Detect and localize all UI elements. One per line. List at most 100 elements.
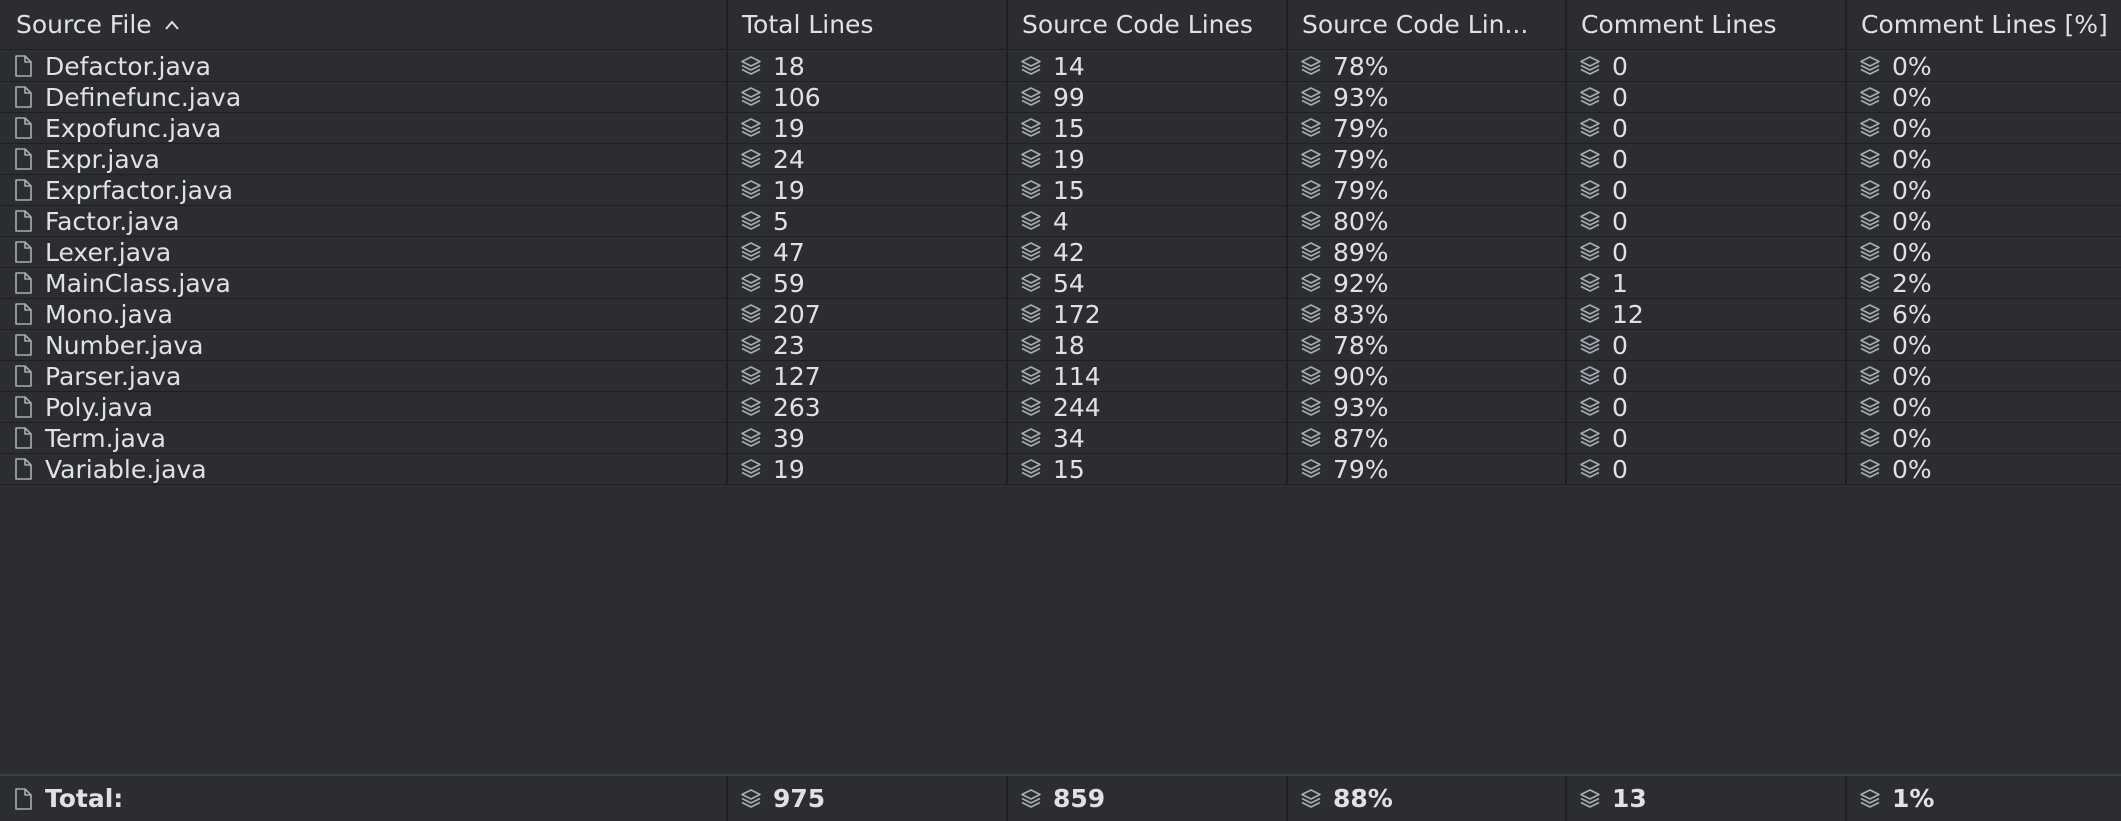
- cell-text: 59: [773, 268, 805, 298]
- layers-icon: [1857, 786, 1883, 812]
- cell-text: 24: [773, 144, 805, 174]
- column-header-label: Source File: [16, 10, 152, 39]
- cell-text: 42: [1053, 237, 1085, 267]
- cell-file-name: Exprfactor.java: [0, 175, 728, 205]
- layers-icon: [1018, 332, 1044, 358]
- layers-icon: [1577, 146, 1603, 172]
- cell-comment-lines: 0: [1567, 113, 1847, 143]
- cell-comment-lines: 0: [1567, 206, 1847, 236]
- layers-icon: [738, 332, 764, 358]
- layers-icon: [1857, 332, 1883, 358]
- layers-icon: [1298, 146, 1324, 172]
- cell-comment-lines-percent: 0%: [1847, 144, 2121, 174]
- cell-text: 106: [773, 82, 821, 112]
- table-row[interactable]: Definefunc.java 106 99 93% 0 0%: [0, 82, 2121, 113]
- cell-source-code-lines: 34: [1008, 423, 1288, 453]
- chevron-up-icon: [164, 19, 180, 31]
- table-row[interactable]: Poly.java 263 244 93% 0 0%: [0, 392, 2121, 423]
- layers-icon: [738, 394, 764, 420]
- column-header-total-lines[interactable]: Total Lines: [728, 0, 1008, 49]
- cell-text: 78%: [1333, 51, 1389, 81]
- layers-icon: [1298, 239, 1324, 265]
- cell-text: 207: [773, 299, 821, 329]
- table-row[interactable]: Defactor.java 18 14 78% 0 0%: [0, 51, 2121, 82]
- table-row[interactable]: Term.java 39 34 87% 0 0%: [0, 423, 2121, 454]
- table-row[interactable]: Expr.java 24 19 79% 0 0%: [0, 144, 2121, 175]
- cell-text: Number.java: [45, 330, 204, 360]
- cell-text: 0%: [1892, 175, 1932, 205]
- cell-text: 0: [1612, 237, 1628, 267]
- layers-icon: [738, 239, 764, 265]
- cell-source-code-lines-percent: 80%: [1288, 206, 1567, 236]
- layers-icon: [1018, 394, 1044, 420]
- layers-icon: [1018, 786, 1044, 812]
- cell-comment-lines-percent: 0%: [1847, 330, 2121, 360]
- layers-icon: [1577, 115, 1603, 141]
- cell-text: Expofunc.java: [45, 113, 222, 143]
- layers-icon: [738, 53, 764, 79]
- cell-source-code-lines: 172: [1008, 299, 1288, 329]
- cell-file-name: Term.java: [0, 423, 728, 453]
- layers-icon: [1018, 146, 1044, 172]
- cell-text: 39: [773, 423, 805, 453]
- cell-comment-lines: 0: [1567, 144, 1847, 174]
- cell-text: 6%: [1892, 299, 1932, 329]
- layers-icon: [1857, 239, 1883, 265]
- file-icon: [10, 425, 36, 451]
- table-row[interactable]: Factor.java 5 4 80% 0 0%: [0, 206, 2121, 237]
- cell-text: 79%: [1333, 454, 1389, 484]
- file-icon: [10, 146, 36, 172]
- file-icon: [10, 239, 36, 265]
- layers-icon: [1857, 115, 1883, 141]
- table-row[interactable]: Exprfactor.java 19 15 79% 0 0%: [0, 175, 2121, 206]
- layers-icon: [1857, 177, 1883, 203]
- table-row[interactable]: Variable.java 19 15 79% 0 0%: [0, 454, 2121, 485]
- column-header-comment-lines-percent[interactable]: Comment Lines [%]: [1847, 0, 2121, 49]
- layers-icon: [738, 270, 764, 296]
- column-header-source-code-lines-percent[interactable]: Source Code Lin...: [1288, 0, 1567, 49]
- cell-source-code-lines: 14: [1008, 51, 1288, 81]
- layers-icon: [1857, 146, 1883, 172]
- cell-text: 0: [1612, 113, 1628, 143]
- cell-text: Variable.java: [45, 454, 207, 484]
- cell-file-name: Variable.java: [0, 454, 728, 484]
- table-row[interactable]: Parser.java 127 114 90% 0 0%: [0, 361, 2121, 392]
- cell-comment-lines: 0: [1567, 51, 1847, 81]
- cell-text: 0%: [1892, 454, 1932, 484]
- layers-icon: [1298, 363, 1324, 389]
- cell-comment-lines: 12: [1567, 299, 1847, 329]
- layers-icon: [1577, 270, 1603, 296]
- layers-icon: [1298, 456, 1324, 482]
- layers-icon: [1857, 456, 1883, 482]
- cell-text: 114: [1053, 361, 1101, 391]
- table-row[interactable]: Mono.java 207 172 83% 12 6%: [0, 299, 2121, 330]
- total-value: 1%: [1892, 784, 1935, 813]
- cell-text: 87%: [1333, 423, 1389, 453]
- cell-text: 79%: [1333, 144, 1389, 174]
- cell-text: 80%: [1333, 206, 1389, 236]
- table-row[interactable]: Lexer.java 47 42 89% 0 0%: [0, 237, 2121, 268]
- cell-comment-lines-percent: 0%: [1847, 113, 2121, 143]
- layers-icon: [1857, 270, 1883, 296]
- cell-text: 14: [1053, 51, 1085, 81]
- column-header-source-file[interactable]: Source File: [0, 0, 728, 49]
- layers-icon: [738, 425, 764, 451]
- cell-text: 47: [773, 237, 805, 267]
- column-header-source-code-lines[interactable]: Source Code Lines: [1008, 0, 1288, 49]
- table-row[interactable]: Expofunc.java 19 15 79% 0 0%: [0, 113, 2121, 144]
- cell-source-code-lines-percent: 78%: [1288, 51, 1567, 81]
- cell-text: 0%: [1892, 144, 1932, 174]
- layers-icon: [738, 115, 764, 141]
- cell-comment-lines: 0: [1567, 392, 1847, 422]
- layers-icon: [1298, 332, 1324, 358]
- layers-icon: [1018, 53, 1044, 79]
- layers-icon: [1857, 363, 1883, 389]
- table-row[interactable]: MainClass.java 59 54 92% 1 2%: [0, 268, 2121, 299]
- total-value: 88%: [1333, 784, 1393, 813]
- cell-total-lines: 19: [728, 175, 1008, 205]
- file-icon: [10, 394, 36, 420]
- table-row[interactable]: Number.java 23 18 78% 0 0%: [0, 330, 2121, 361]
- cell-total-lines: 24: [728, 144, 1008, 174]
- cell-text: Poly.java: [45, 392, 153, 422]
- column-header-comment-lines[interactable]: Comment Lines: [1567, 0, 1847, 49]
